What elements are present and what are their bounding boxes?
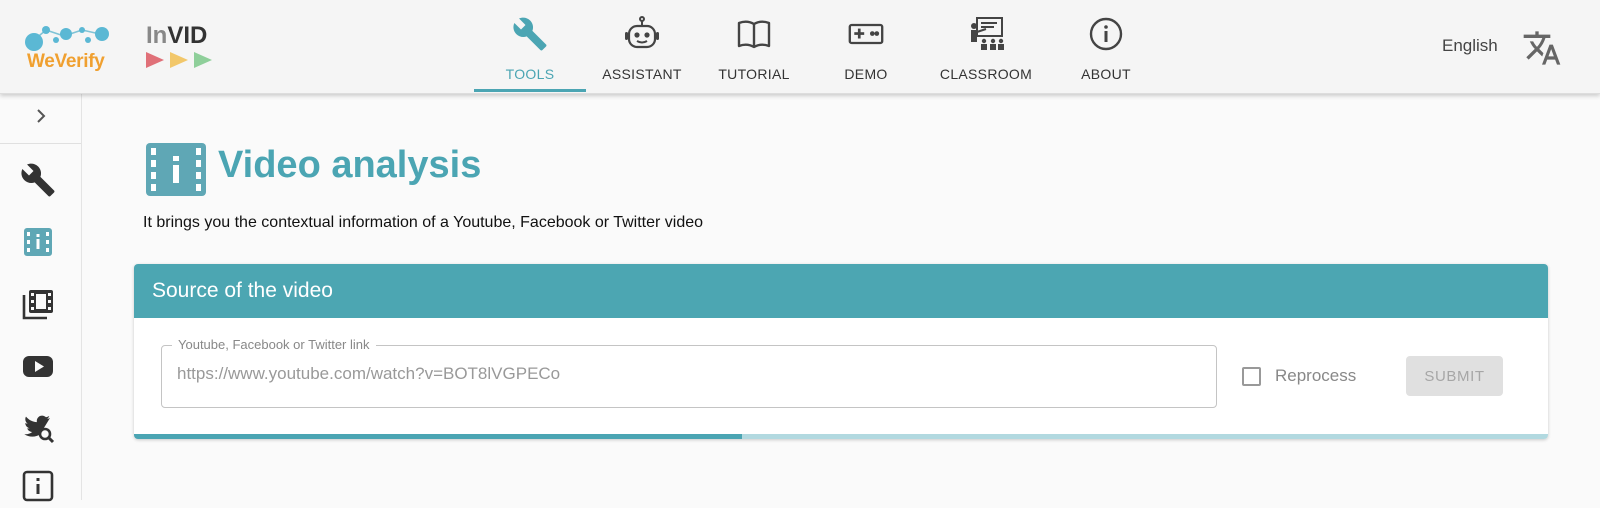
nav-tab-label: ASSISTANT: [602, 66, 682, 82]
reprocess-checkbox[interactable]: [1242, 367, 1261, 386]
video-analysis-icon: [24, 228, 52, 256]
sidebar-item-keyframes[interactable]: [20, 286, 60, 326]
invid-wordmark: InVID: [146, 22, 207, 50]
info-box-icon: [22, 470, 54, 502]
nav-tab-label: DEMO: [844, 66, 888, 82]
info-icon: [1089, 17, 1123, 51]
robot-icon: [625, 16, 659, 49]
weverify-network-icon: [25, 26, 109, 51]
nav-tab-demo[interactable]: DEMO: [808, 0, 924, 94]
sidebar-item-youtube[interactable]: [20, 348, 60, 388]
nav-tab-tutorial[interactable]: TUTORIAL: [696, 0, 812, 94]
invid-play-triangles-icon: [146, 52, 212, 68]
nav-tab-assistant[interactable]: ASSISTANT: [584, 0, 700, 94]
chevron-right-icon: [37, 109, 46, 123]
book-icon: [737, 20, 771, 49]
sidebar-item-twitter-search[interactable]: [20, 410, 60, 450]
sidebar-item-video-analysis[interactable]: [20, 224, 60, 264]
source-card-header: Source of the video: [134, 264, 1548, 318]
source-card: Source of the video Youtube, Facebook or…: [134, 264, 1548, 439]
top-app-bar: WeVerify InVID TOOLS ASSISTANT TUTORIAL …: [0, 0, 1600, 94]
video-link-field[interactable]: Youtube, Facebook or Twitter link: [161, 337, 1217, 408]
nav-tab-label: TOOLS: [505, 66, 555, 82]
film-stack-icon: [22, 290, 53, 320]
nav-tab-label: ABOUT: [1081, 66, 1131, 82]
progress-bar-fill: [134, 434, 743, 439]
video-link-input[interactable]: [177, 364, 1177, 384]
invid-wordmark-vid: VID: [167, 22, 208, 49]
sidebar-item-about-box[interactable]: [20, 468, 60, 508]
weverify-wordmark: WeVerify: [27, 51, 105, 72]
nav-tab-label: CLASSROOM: [939, 66, 1033, 82]
translate-icon[interactable]: [1522, 28, 1562, 68]
classroom-icon: [971, 17, 1004, 50]
nav-tab-about[interactable]: ABOUT: [1048, 0, 1164, 94]
sidebar: [0, 94, 82, 502]
page-subtitle: It brings you the contextual information…: [143, 214, 704, 231]
wrench-icon: [21, 163, 55, 197]
sidebar-expand-button[interactable]: [0, 94, 81, 144]
twitter-search-icon: [24, 415, 55, 444]
nav-tab-label: TUTORIAL: [718, 66, 790, 82]
weverify-logo[interactable]: WeVerify: [24, 18, 116, 74]
invid-logo[interactable]: InVID: [146, 22, 222, 72]
nav-tab-classroom[interactable]: CLASSROOM: [920, 0, 1052, 94]
reprocess-label[interactable]: Reprocess: [1275, 366, 1356, 386]
submit-button[interactable]: SUBMIT: [1406, 356, 1503, 396]
source-card-title: Source of the video: [152, 279, 333, 302]
youtube-icon: [23, 356, 53, 377]
progress-bar: [134, 434, 1548, 439]
language-selector[interactable]: English: [1442, 36, 1498, 56]
wrench-icon: [513, 17, 547, 51]
page-title: Video analysis: [218, 144, 482, 186]
video-link-label: Youtube, Facebook or Twitter link: [172, 337, 376, 352]
gamepad-icon: [848, 23, 884, 45]
invid-wordmark-in: In: [146, 22, 168, 49]
sidebar-item-tools[interactable]: [20, 162, 60, 202]
nav-tab-tools[interactable]: TOOLS: [472, 0, 588, 94]
video-analysis-icon: [146, 143, 206, 196]
